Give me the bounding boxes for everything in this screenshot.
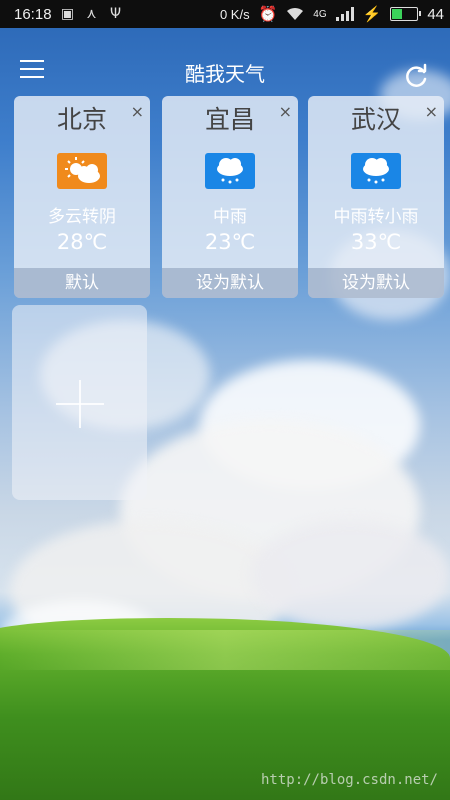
net-speed: 0 K/s (219, 6, 250, 22)
temperature: 33℃ (350, 230, 402, 254)
usb-icon: Ψ (110, 6, 122, 22)
weather-condition: 中雨转小雨 (333, 207, 419, 227)
charging-icon: ⚡ (362, 6, 382, 23)
city-card-wuhan[interactable]: 武汉 × 中雨转小雨 33℃ 设为默认 (308, 96, 444, 298)
alarm-icon: ⏰ (258, 6, 278, 23)
weather-condition: 中雨 (213, 207, 247, 227)
cloud (250, 520, 450, 630)
rain-icon (351, 153, 401, 189)
close-icon[interactable]: × (425, 102, 438, 121)
refresh-icon[interactable] (402, 62, 430, 90)
add-city-button[interactable] (12, 305, 147, 500)
signal-icon (335, 7, 354, 21)
temperature: 28℃ (56, 230, 108, 254)
close-icon[interactable]: × (279, 102, 292, 121)
city-card-beijing[interactable]: 北京 × 多云转阴 28℃ 默认 (14, 96, 150, 298)
rain-icon (205, 153, 255, 189)
city-name: 北京 (56, 105, 107, 134)
battery-fill (392, 9, 403, 19)
page-title: 酷我天气 (185, 62, 265, 86)
city-name: 武汉 (350, 105, 401, 134)
close-icon[interactable]: × (131, 102, 144, 121)
weather-condition: 多云转阴 (48, 207, 116, 227)
watermark: http://blog.csdn.net/ (260, 772, 438, 788)
status-bar: 16:18 ▣ ⋏ Ψ 0 K/s ⏰ 4G ⚡ 44 (0, 0, 450, 28)
battery-level: 44 (427, 5, 444, 23)
partly-cloudy-icon (57, 153, 107, 189)
app-screen: 16:18 ▣ ⋏ Ψ 0 K/s ⏰ 4G ⚡ 44 酷我天气 北京 × 多云… (0, 0, 450, 800)
wifi-icon (287, 7, 304, 20)
city-card-yichang[interactable]: 宜昌 × 中雨 23℃ 设为默认 (162, 96, 298, 298)
image-icon: ▣ (60, 6, 75, 22)
default-label[interactable]: 默认 (14, 268, 150, 298)
city-name: 宜昌 (204, 105, 255, 134)
grass-highlight (0, 630, 450, 670)
share-icon: ⋏ (86, 6, 97, 22)
battery-icon (390, 7, 422, 21)
set-default-button[interactable]: 设为默认 (162, 268, 298, 298)
temperature: 23℃ (204, 230, 256, 254)
set-default-button[interactable]: 设为默认 (308, 268, 444, 298)
plus-icon (56, 380, 104, 428)
status-time: 16:18 (14, 5, 52, 23)
network-type: 4G (313, 8, 327, 20)
